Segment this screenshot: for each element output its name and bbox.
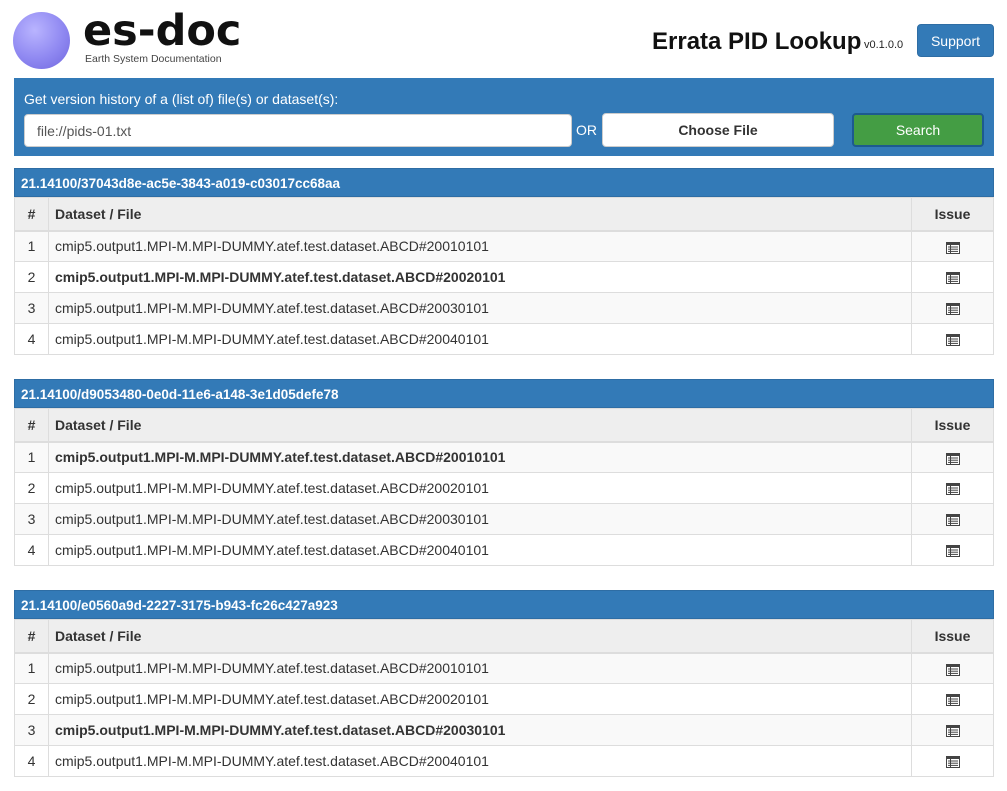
row-number: 2 <box>14 683 49 715</box>
support-button[interactable]: Support <box>917 24 994 57</box>
pid-table: # Dataset / File Issue 1 cmip5.output1.MPI-M… <box>14 408 994 566</box>
row-number: 1 <box>14 441 49 473</box>
column-header-dataset: Dataset / File <box>48 619 912 654</box>
issue-cell[interactable] <box>911 323 994 355</box>
pid-table: # Dataset / File Issue 1 cmip5.output1.MPI-M… <box>14 619 994 777</box>
column-header-issue: Issue <box>911 619 994 654</box>
table-row: 2 cmip5.output1.MPI-M.MPI-DUMMY.atef.test… <box>14 683 994 715</box>
table-list-icon[interactable] <box>945 511 960 527</box>
issue-cell[interactable] <box>911 714 994 746</box>
dataset-name: cmip5.output1.MPI-M.MPI-DUMMY.atef.test.… <box>48 503 912 535</box>
table-row: 4 cmip5.output1.MPI-M.MPI-DUMMY.atef.test… <box>14 534 994 566</box>
table-row: 3 cmip5.output1.MPI-M.MPI-DUMMY.atef.test… <box>14 503 994 535</box>
row-number: 4 <box>14 745 49 777</box>
table-header-row: # Dataset / File Issue <box>14 619 994 654</box>
table-list-icon[interactable] <box>945 542 960 558</box>
issue-cell[interactable] <box>911 292 994 324</box>
table-list-icon[interactable] <box>945 269 960 285</box>
table-list-icon[interactable] <box>945 238 960 254</box>
pid-header: 21.14100/d9053480-0e0d-11e6-a148-3e1d05d… <box>14 379 994 408</box>
table-list-icon[interactable] <box>945 691 960 707</box>
column-header-num: # <box>14 408 49 443</box>
dataset-name: cmip5.output1.MPI-M.MPI-DUMMY.atef.test.… <box>48 652 912 684</box>
logo-title: es-doc <box>83 6 242 56</box>
issue-cell[interactable] <box>911 503 994 535</box>
table-list-icon[interactable] <box>945 331 960 347</box>
table-row: 2 cmip5.output1.MPI-M.MPI-DUMMY.atef.test… <box>14 472 994 504</box>
page-title: Errata PID Lookup <box>652 28 862 55</box>
dataset-name: cmip5.output1.MPI-M.MPI-DUMMY.atef.test.… <box>48 472 912 504</box>
table-row: 4 cmip5.output1.MPI-M.MPI-DUMMY.atef.test… <box>14 323 994 355</box>
row-number: 3 <box>14 503 49 535</box>
dataset-name: cmip5.output1.MPI-M.MPI-DUMMY.atef.test.… <box>48 714 912 746</box>
issue-cell[interactable] <box>911 261 994 293</box>
column-header-dataset: Dataset / File <box>48 197 912 232</box>
row-number: 3 <box>14 714 49 746</box>
search-label: Get version history of a (list of) file(… <box>24 91 339 107</box>
row-number: 4 <box>14 534 49 566</box>
dataset-name: cmip5.output1.MPI-M.MPI-DUMMY.atef.test.… <box>48 292 912 324</box>
column-header-dataset: Dataset / File <box>48 408 912 443</box>
row-number: 3 <box>14 292 49 324</box>
pid-file-input[interactable] <box>24 114 572 147</box>
table-header-row: # Dataset / File Issue <box>14 408 994 443</box>
issue-cell[interactable] <box>911 230 994 262</box>
row-number: 4 <box>14 323 49 355</box>
dataset-name: cmip5.output1.MPI-M.MPI-DUMMY.atef.test.… <box>48 534 912 566</box>
app-version: v0.1.0.0 <box>864 39 904 51</box>
search-panel: Get version history of a (list of) file(… <box>14 78 994 156</box>
pid-result-block: 21.14100/e0560a9d-2227-3175-b943-fc26c42… <box>14 590 994 777</box>
table-list-icon[interactable] <box>945 722 960 738</box>
table-row: 3 cmip5.output1.MPI-M.MPI-DUMMY.atef.test… <box>14 292 994 324</box>
table-header-row: # Dataset / File Issue <box>14 197 994 232</box>
issue-cell[interactable] <box>911 652 994 684</box>
pid-result-block: 21.14100/d9053480-0e0d-11e6-a148-3e1d05d… <box>14 379 994 566</box>
column-header-num: # <box>14 197 49 232</box>
table-row: 1 cmip5.output1.MPI-M.MPI-DUMMY.atef.test… <box>14 230 994 262</box>
row-number: 1 <box>14 230 49 262</box>
pid-header: 21.14100/e0560a9d-2227-3175-b943-fc26c42… <box>14 590 994 619</box>
or-label: OR <box>576 122 597 138</box>
pid-result-block: 21.14100/37043d8e-ac5e-3843-a019-c03017c… <box>14 168 994 355</box>
logo-subtitle: Earth System Documentation <box>85 53 222 65</box>
issue-cell[interactable] <box>911 472 994 504</box>
table-list-icon[interactable] <box>945 449 960 465</box>
issue-cell[interactable] <box>911 441 994 473</box>
table-row: 1 cmip5.output1.MPI-M.MPI-DUMMY.atef.test… <box>14 652 994 684</box>
issue-cell[interactable] <box>911 745 994 777</box>
es-doc-logo-icon <box>13 12 70 69</box>
pid-header: 21.14100/37043d8e-ac5e-3843-a019-c03017c… <box>14 168 994 197</box>
table-list-icon[interactable] <box>945 480 960 496</box>
table-row: 4 cmip5.output1.MPI-M.MPI-DUMMY.atef.test… <box>14 745 994 777</box>
table-list-icon[interactable] <box>945 660 960 676</box>
dataset-name: cmip5.output1.MPI-M.MPI-DUMMY.atef.test.… <box>48 745 912 777</box>
search-button[interactable]: Search <box>852 113 984 147</box>
issue-cell[interactable] <box>911 683 994 715</box>
row-number: 2 <box>14 261 49 293</box>
column-header-issue: Issue <box>911 197 994 232</box>
column-header-num: # <box>14 619 49 654</box>
choose-file-button[interactable]: Choose File <box>602 113 834 147</box>
issue-cell[interactable] <box>911 534 994 566</box>
table-row: 2 cmip5.output1.MPI-M.MPI-DUMMY.atef.test… <box>14 261 994 293</box>
table-list-icon[interactable] <box>945 300 960 316</box>
row-number: 2 <box>14 472 49 504</box>
dataset-name: cmip5.output1.MPI-M.MPI-DUMMY.atef.test.… <box>48 230 912 262</box>
app-header: es-doc Earth System Documentation Errata… <box>0 0 1007 78</box>
row-number: 1 <box>14 652 49 684</box>
dataset-name: cmip5.output1.MPI-M.MPI-DUMMY.atef.test.… <box>48 441 912 473</box>
pid-table: # Dataset / File Issue 1 cmip5.output1.MPI-M… <box>14 197 994 355</box>
dataset-name: cmip5.output1.MPI-M.MPI-DUMMY.atef.test.… <box>48 323 912 355</box>
column-header-issue: Issue <box>911 408 994 443</box>
table-row: 1 cmip5.output1.MPI-M.MPI-DUMMY.atef.test… <box>14 441 994 473</box>
table-row: 3 cmip5.output1.MPI-M.MPI-DUMMY.atef.test… <box>14 714 994 746</box>
dataset-name: cmip5.output1.MPI-M.MPI-DUMMY.atef.test.… <box>48 683 912 715</box>
dataset-name: cmip5.output1.MPI-M.MPI-DUMMY.atef.test.… <box>48 261 912 293</box>
table-list-icon[interactable] <box>945 753 960 769</box>
